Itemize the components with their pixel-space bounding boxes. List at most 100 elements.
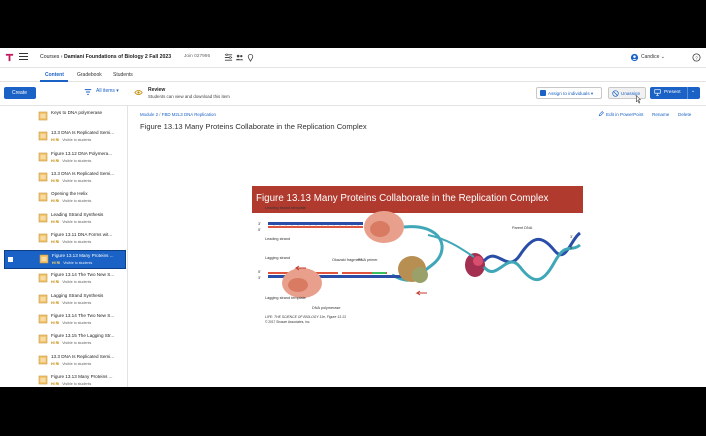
sidebar-item-meta: HI RI Visible to students: [51, 341, 91, 345]
delete-link[interactable]: Delete: [678, 112, 691, 117]
sidebar-item[interactable]: 13.3 DNA Is Replicated Semi... HI RI Visib…: [4, 169, 126, 188]
edit-in-powerpoint-link[interactable]: Edit in PowerPoint: [606, 112, 644, 117]
label-parent-dna: Parent DNA: [512, 226, 533, 230]
tab-content[interactable]: Content: [45, 72, 64, 78]
sidebar-item-title: Lagging Strand Synthesis: [51, 292, 104, 298]
leading-strand: [268, 226, 363, 228]
sidebar-item[interactable]: Opening the Helix HI RI Visible to student…: [4, 189, 126, 208]
breadcrumb-module[interactable]: Module 2: [140, 112, 158, 117]
assign-label: Assign to individuals: [548, 91, 590, 96]
visibility-text: Visible to students: [62, 280, 92, 285]
sidebar-item[interactable]: Figure 13.13 Many Proteins ... HI RI Visib…: [4, 250, 126, 270]
filter-dropdown[interactable]: All items ▾: [96, 88, 119, 94]
direction-arrow: [398, 207, 410, 213]
present-button[interactable]: Present ⌄: [650, 87, 700, 99]
label-lagging-strand-template: Lagging strand template: [265, 296, 306, 300]
pencil-icon: [598, 111, 604, 117]
document-icon: [38, 233, 48, 243]
svg-text:3': 3': [258, 222, 261, 226]
caret-down-icon: ▾: [116, 88, 119, 94]
sidebar-item[interactable]: Figure 13.14 The Two New S... HI RI Visibl…: [4, 311, 126, 330]
sidebar-item[interactable]: Lagging Strand Synthesis HI RI Visible to …: [4, 291, 126, 310]
visibility-text: Visible to students: [62, 300, 92, 305]
tab-students[interactable]: Students: [113, 72, 133, 78]
sidebar-item-title: Keys to DNA polymerase: [51, 110, 103, 115]
visibility-text: Visible to students: [62, 138, 92, 143]
sidebar-item[interactable]: Figure 13.13 Many Proteins ... HI RI Visib…: [4, 372, 126, 387]
status-badge: HI RI: [51, 138, 60, 143]
sidebar-item-meta: HI RI Visible to students: [51, 280, 91, 284]
label-leading-strand: Leading strand: [265, 237, 290, 241]
create-button[interactable]: Create: [4, 87, 36, 99]
breadcrumb: Courses › Damiani Foundations of Biology…: [40, 54, 172, 60]
sidebar-item-title: Leading Strand Synthesis: [51, 211, 104, 217]
visibility-text: Visible to students: [62, 219, 92, 224]
visibility-text: Visible to students: [62, 381, 92, 386]
visibility-text: Visible to students: [62, 158, 92, 163]
assign-individuals-button[interactable]: Assign to individuals ▾: [536, 87, 602, 99]
filter-icon[interactable]: [84, 88, 92, 96]
rna-primer: [372, 272, 386, 274]
sidebar-item-title: Figure 13.13 Many Proteins ...: [51, 373, 113, 379]
sidebar-item-meta: HI RI Visible to students: [51, 362, 91, 366]
content-sidebar: Keys to DNA polymerase 13.3 DNA Is Replic…: [0, 106, 128, 387]
status-badge: HI RI: [51, 178, 60, 183]
sidebar-item[interactable]: Keys to DNA polymerase: [4, 108, 126, 127]
present-icon: [654, 89, 661, 96]
label-leading-strand-template: Leading strand template: [265, 206, 306, 210]
visibility-text: Visible to students: [62, 199, 92, 204]
help-icon[interactable]: ?: [692, 53, 701, 62]
visibility-text: Visible to students: [62, 361, 92, 366]
rename-link[interactable]: Rename: [652, 112, 669, 117]
menu-icon[interactable]: [19, 53, 28, 62]
sidebar-item-title: 13.3 DNA Is Replicated Semi...: [51, 130, 115, 136]
sidebar-item[interactable]: Figure 13.14 The Two New S... HI RI Visibl…: [4, 270, 126, 289]
app-logo-icon[interactable]: [5, 53, 14, 62]
sidebar-item-title: Figure 13.12 DNA Polymera...: [51, 150, 113, 156]
course-tabs: Content Gradebook Students: [0, 68, 706, 82]
sidebar-item[interactable]: Figure 13.15 The Lagging Str... HI RI Visi…: [4, 331, 126, 350]
status-badge: HI RI: [52, 261, 61, 266]
label-dna-polymerase: DNA polymerase: [312, 306, 341, 310]
status-badge: HI RI: [51, 300, 60, 305]
document-icon: [39, 254, 49, 264]
status-badge: HI RI: [51, 341, 60, 346]
breadcrumb-folder[interactable]: FBD M2L3 DNA Replication: [162, 112, 216, 117]
svg-text:5': 5': [570, 246, 573, 250]
svg-text:5': 5': [258, 228, 261, 232]
location-pin-icon[interactable]: [246, 53, 255, 62]
page-title: Figure 13.13 Many Proteins Collaborate i…: [140, 122, 367, 131]
sidebar-item[interactable]: 13.3 DNA Is Replicated Semi... HI RI Visib…: [4, 352, 126, 371]
parent-dna-strand-1: [482, 231, 582, 264]
replication-figure: Leading strand template Leading strand L…: [258, 206, 582, 324]
join-code: Join 027995: [184, 54, 211, 59]
course-title: Damiani Foundations of Biology 2 Fall 20…: [63, 54, 172, 60]
review-title: Review: [148, 87, 166, 93]
user-name: Candice: [641, 54, 660, 60]
tab-gradebook[interactable]: Gradebook: [77, 72, 102, 78]
breadcrumb-courses[interactable]: Courses: [40, 54, 59, 60]
caret-down-icon: ▾: [590, 91, 594, 96]
mouse-cursor-icon: [636, 95, 642, 104]
sidebar-item[interactable]: Figure 13.11 DNA Forms wit... HI RI Visibl…: [4, 230, 126, 249]
sidebar-item[interactable]: Leading Strand Synthesis HI RI Visible to …: [4, 210, 126, 229]
avatar-icon[interactable]: [630, 53, 639, 62]
document-icon: [38, 274, 48, 283]
sidebar-item-title: Figure 13.15 The Lagging Str...: [51, 333, 115, 339]
sidebar-item[interactable]: Figure 13.12 DNA Polymera... HI RI Visible…: [4, 149, 126, 168]
chevron-down-icon[interactable]: ⌄: [691, 89, 695, 94]
visibility-text: Visible to students: [62, 178, 92, 183]
figure-copyright: © 2017 Sinauer Associates, Inc.: [265, 320, 310, 324]
content-breadcrumb: Module 2 / FBD M2L3 DNA Replication: [140, 112, 216, 117]
parent-dna-strand-2: [482, 243, 581, 282]
sidebar-item[interactable]: 13.3 DNA Is Replicated Semi... HI RI Visib…: [4, 128, 126, 147]
block-icon: [612, 90, 619, 97]
user-menu[interactable]: Candice ⌄: [641, 54, 665, 60]
sidebar-item-title: Opening the Helix: [51, 191, 88, 197]
selection-checkbox[interactable]: [8, 257, 13, 263]
svg-text:3': 3': [570, 235, 573, 239]
document-icon: [38, 152, 48, 161]
svg-text:?: ?: [695, 55, 698, 60]
list-settings-icon[interactable]: [224, 53, 233, 62]
people-icon[interactable]: [235, 53, 244, 62]
